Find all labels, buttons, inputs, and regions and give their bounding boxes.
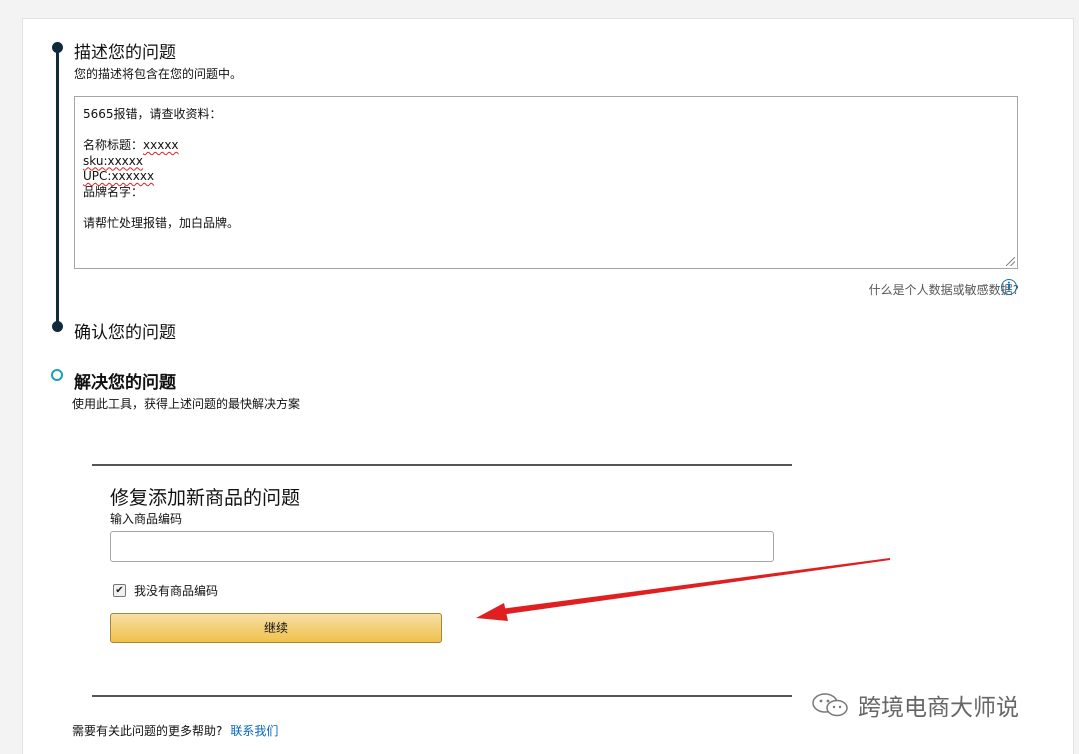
step-resolve-title: 解决您的问题	[74, 373, 176, 393]
annotation-arrow	[476, 558, 890, 621]
description-line: 品牌名字：	[83, 184, 144, 199]
contact-us-link[interactable]: 联系我们	[230, 724, 278, 738]
description-line: UPC:xxxxxx	[83, 169, 155, 183]
step-resolve-dot	[51, 369, 63, 381]
no-code-checkbox-label[interactable]: 我没有商品编码	[134, 582, 218, 599]
tool-bottom-divider	[92, 695, 792, 697]
step-resolve-subtitle: 使用此工具，获得上述问题的最快解决方案	[72, 397, 301, 411]
description-line: 5665报错，请查收资料：	[83, 107, 222, 121]
info-icon[interactable]: i	[1001, 279, 1017, 295]
description-line: 请帮忙处理报错，加白品牌。	[83, 215, 240, 230]
step-describe-title: 描述您的问题	[74, 43, 176, 63]
step-confirm-title: 确认您的问题	[74, 323, 176, 343]
arrow-head	[476, 603, 508, 621]
step-describe-dot	[52, 42, 63, 53]
watermark-text: 跨境电商大师说	[858, 695, 1019, 721]
watermark: 跨境电商大师说	[810, 688, 1019, 722]
description-textarea[interactable]: 5665报错，请查收资料： 名称标题：xxxxx sku:xxxxx UPC:x…	[74, 96, 1018, 269]
arrow-shaft	[500, 558, 890, 615]
step-confirm-dot	[52, 321, 63, 332]
step-describe-subtitle: 您的描述将包含在您的问题中。	[74, 67, 243, 81]
wechat-icon	[812, 693, 848, 717]
resize-handle[interactable]	[1006, 257, 1015, 266]
help-footer: 需要有关此问题的更多帮助? 联系我们	[72, 722, 278, 739]
help-text: 需要有关此问题的更多帮助?	[72, 724, 223, 738]
continue-button[interactable]: 继续	[110, 613, 442, 643]
product-code-label: 输入商品编码	[110, 512, 183, 526]
privacy-link[interactable]: 什么是个人数据或敏感数据?	[869, 281, 1019, 298]
description-line: 名称标题：xxxxx	[83, 138, 179, 152]
timeline-line	[56, 47, 59, 327]
tool-top-divider	[92, 464, 792, 466]
description-line: sku:xxxxx	[83, 153, 143, 168]
no-code-checkbox[interactable]: ✔	[113, 584, 126, 597]
tool-title: 修复添加新商品的问题	[110, 487, 301, 509]
